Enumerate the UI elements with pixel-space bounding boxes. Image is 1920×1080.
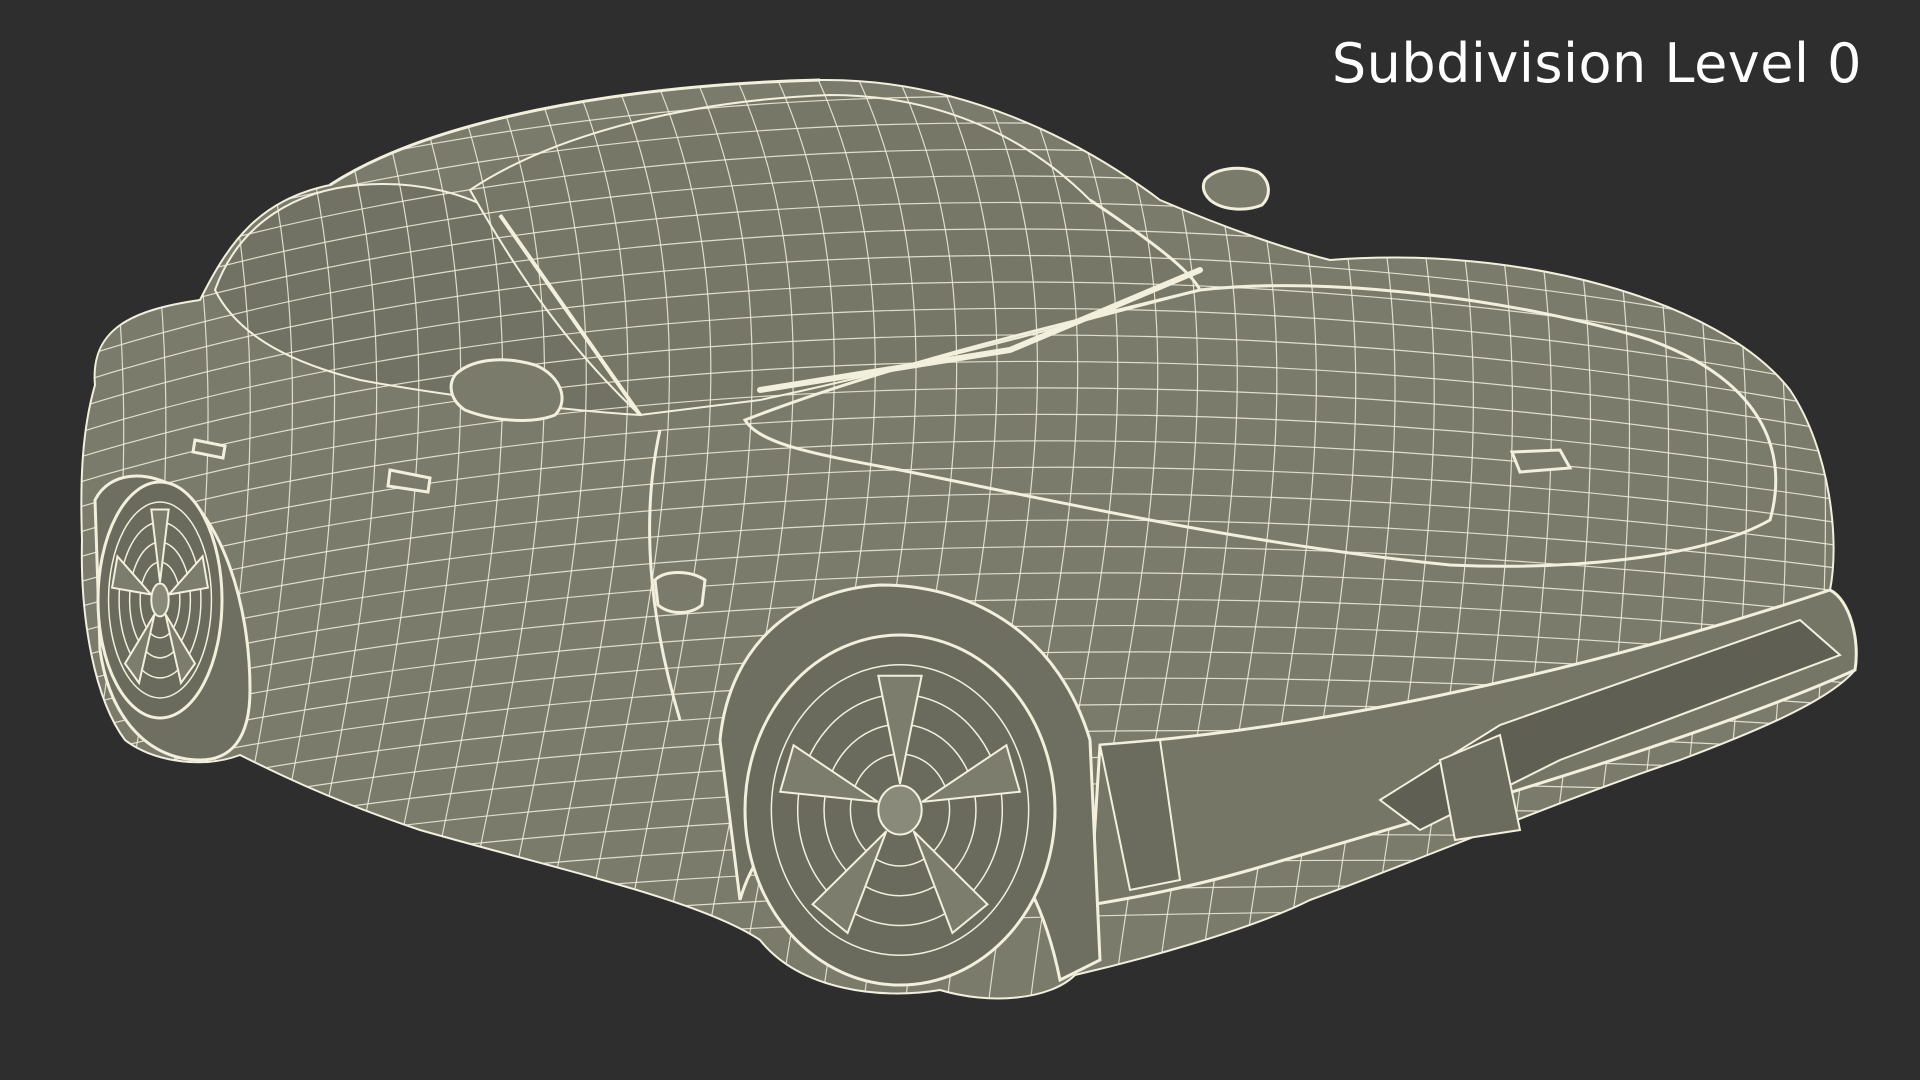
- side-mirror-left: [449, 358, 564, 422]
- hood-badge: [1509, 448, 1573, 474]
- render-viewport: Subdivision Level 0: [0, 0, 1920, 1080]
- front-wheel: [743, 633, 1057, 987]
- subdivision-level-label: Subdivision Level 0: [1331, 32, 1862, 95]
- car-wireframe-render: [0, 60, 1858, 1040]
- wire-line: [0, 60, 39, 1040]
- side-mirror-right: [1201, 166, 1270, 211]
- rear-wheel: [96, 480, 224, 720]
- wheel-hub: [877, 784, 923, 836]
- side-marker: [653, 571, 707, 614]
- wheel-hub: [150, 582, 170, 618]
- wire-line: [81, 79, 83, 999]
